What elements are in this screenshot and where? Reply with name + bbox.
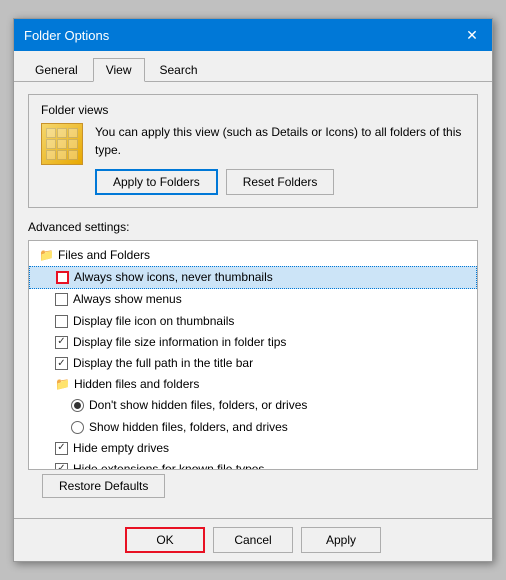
- folder-views-label: Folder views: [41, 103, 465, 117]
- folder-views-description: You can apply this view (such as Details…: [95, 123, 465, 159]
- tree-item-hide-empty-drives[interactable]: Hide empty drives: [29, 438, 477, 459]
- tree-item-always-show-menus[interactable]: Always show menus: [29, 289, 477, 310]
- tree-item-display-full-path[interactable]: Display the full path in the title bar: [29, 353, 477, 374]
- tab-search[interactable]: Search: [147, 58, 211, 82]
- cancel-button[interactable]: Cancel: [213, 527, 293, 553]
- grid-cell: [46, 128, 56, 138]
- folder-views-group: Folder views You: [28, 94, 478, 208]
- item-label: Don't show hidden files, folders, or dri…: [89, 396, 307, 415]
- item-label: Hide extensions for known file types: [73, 460, 264, 470]
- grid-cell: [46, 139, 56, 149]
- dialog-footer: OK Cancel Apply: [14, 518, 492, 561]
- apply-to-folders-button[interactable]: Apply to Folders: [95, 169, 218, 195]
- tab-bar: General View Search: [14, 51, 492, 82]
- item-label: Hide empty drives: [73, 439, 169, 458]
- grid-cell: [68, 128, 78, 138]
- checkbox-hide-extensions[interactable]: [55, 463, 68, 470]
- folder-icon: 📁: [39, 246, 54, 265]
- checkbox-always-show-menus[interactable]: [55, 293, 68, 306]
- reset-folders-button[interactable]: Reset Folders: [226, 169, 335, 195]
- restore-defaults-button[interactable]: Restore Defaults: [42, 474, 165, 498]
- dialog-title: Folder Options: [24, 28, 109, 43]
- tab-view[interactable]: View: [93, 58, 145, 82]
- folder-views-right: You can apply this view (such as Details…: [95, 123, 465, 195]
- item-label: Always show icons, never thumbnails: [74, 268, 273, 287]
- checkbox-display-file-icon[interactable]: [55, 315, 68, 328]
- category-label: Hidden files and folders: [74, 375, 199, 394]
- folder-views-inner: You can apply this view (such as Details…: [41, 123, 465, 195]
- radio-show-hidden[interactable]: [71, 421, 84, 434]
- tree-item-always-show-icons[interactable]: Always show icons, never thumbnails: [29, 266, 477, 289]
- item-label: Display file size information in folder …: [73, 333, 286, 352]
- grid-cell: [68, 139, 78, 149]
- grid-cell: [57, 139, 67, 149]
- folder-buttons: Apply to Folders Reset Folders: [95, 169, 465, 195]
- tree-category-files-folders: 📁 Files and Folders: [29, 245, 477, 266]
- tab-general[interactable]: General: [22, 58, 91, 82]
- item-label: Display file icon on thumbnails: [73, 312, 234, 331]
- folder-icon: 📁: [55, 375, 70, 394]
- checkbox-always-show-icons[interactable]: [56, 271, 69, 284]
- item-label: Show hidden files, folders, and drives: [89, 418, 288, 437]
- checkbox-display-full-path[interactable]: [55, 357, 68, 370]
- advanced-settings-label: Advanced settings:: [28, 220, 478, 234]
- grid-cell: [46, 150, 56, 160]
- close-button[interactable]: ✕: [462, 25, 482, 45]
- ok-button[interactable]: OK: [125, 527, 205, 553]
- item-label: Display the full path in the title bar: [73, 354, 253, 373]
- title-bar: Folder Options ✕: [14, 19, 492, 51]
- item-label: Always show menus: [73, 290, 182, 309]
- grid-cell: [68, 150, 78, 160]
- tree-item-hide-extensions[interactable]: Hide extensions for known file types: [29, 459, 477, 470]
- folder-icon: [41, 123, 83, 165]
- apply-button[interactable]: Apply: [301, 527, 381, 553]
- checkbox-display-file-size[interactable]: [55, 336, 68, 349]
- grid-cell: [57, 128, 67, 138]
- bottom-actions: Restore Defaults: [28, 470, 478, 506]
- tree-item-display-file-size[interactable]: Display file size information in folder …: [29, 332, 477, 353]
- tree-category-hidden-files: 📁 Hidden files and folders: [29, 374, 477, 395]
- advanced-settings-tree[interactable]: 📁 Files and Folders Always show icons, n…: [28, 240, 478, 470]
- checkbox-hide-empty-drives[interactable]: [55, 442, 68, 455]
- tree-item-dont-show-hidden[interactable]: Don't show hidden files, folders, or dri…: [29, 395, 477, 416]
- folder-options-dialog: Folder Options ✕ General View Search Fol…: [13, 18, 493, 562]
- tree-item-display-file-icon[interactable]: Display file icon on thumbnails: [29, 311, 477, 332]
- category-label: Files and Folders: [58, 246, 150, 265]
- folder-icon-grid: [46, 128, 78, 160]
- tab-content: Folder views You: [14, 82, 492, 518]
- grid-cell: [57, 150, 67, 160]
- radio-dont-show-hidden[interactable]: [71, 399, 84, 412]
- tree-item-show-hidden[interactable]: Show hidden files, folders, and drives: [29, 417, 477, 438]
